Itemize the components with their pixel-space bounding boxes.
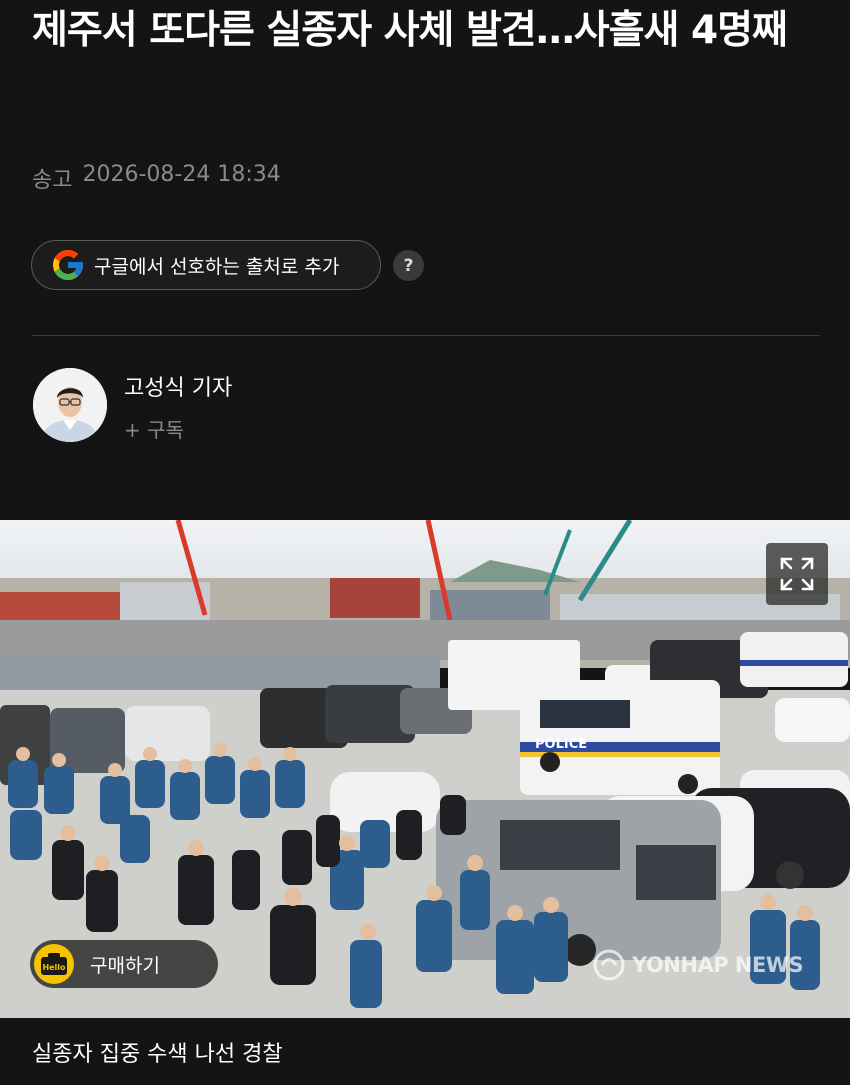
photo-caption: 실종자 집중 수색 나선 경찰 <box>32 1042 283 1067</box>
divider <box>32 335 820 336</box>
buy-photo-label: 구매하기 <box>90 954 160 977</box>
subscribe-button[interactable]: + 구독 <box>124 414 184 443</box>
reporter-name[interactable]: 고성식 기자 <box>124 370 232 402</box>
google-icon <box>53 250 83 280</box>
question-icon[interactable]: ? <box>393 250 424 281</box>
article-meta: 송고 2026-08-24 18:34 <box>32 162 281 194</box>
hello-badge-glyph: Hello <box>41 953 67 975</box>
yonhap-logo-icon <box>593 949 625 981</box>
reporter-avatar[interactable] <box>33 368 107 442</box>
hello-badge-text: Hello <box>42 963 66 972</box>
buy-photo-button[interactable]: Hello 구매하기 <box>30 940 218 988</box>
article-headline: 제주서 또다른 실종자 사체 발견…사흘새 4명째 <box>32 8 788 53</box>
add-preferred-source-button[interactable]: 구글에서 선호하는 출처로 추가 <box>31 240 381 290</box>
reporter-photo <box>33 368 107 442</box>
hello-camera-icon: Hello <box>34 944 74 984</box>
expand-glyph <box>780 557 814 591</box>
expand-icon[interactable] <box>766 543 828 605</box>
watermark-text: YONHAP NEWS <box>632 953 804 977</box>
yonhap-watermark: YONHAP NEWS <box>592 948 804 982</box>
svg-text:POLICE: POLICE <box>535 737 587 752</box>
meta-datetime: 2026-08-24 18:34 <box>82 162 281 187</box>
add-preferred-source-label: 구글에서 선호하는 출처로 추가 <box>94 255 340 278</box>
meta-label: 송고 <box>32 168 73 193</box>
